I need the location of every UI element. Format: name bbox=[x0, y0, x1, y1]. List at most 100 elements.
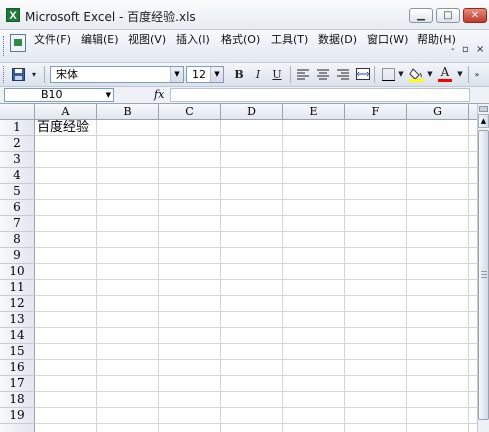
row-header-2[interactable]: 2 bbox=[0, 136, 35, 152]
menu-edit[interactable]: 编辑(E) bbox=[81, 31, 119, 47]
gridline-horizontal bbox=[35, 231, 477, 232]
row-header-partial[interactable] bbox=[0, 424, 35, 432]
font-color-letter: A bbox=[440, 65, 450, 79]
select-all-corner[interactable] bbox=[0, 104, 35, 120]
minimize-button[interactable]: ▁ bbox=[409, 8, 433, 23]
gridline-horizontal bbox=[35, 375, 477, 376]
cell-a1[interactable]: 百度经验 bbox=[37, 120, 89, 136]
doc-close-button[interactable]: × bbox=[476, 44, 484, 55]
gridline-horizontal bbox=[35, 183, 477, 184]
align-center-icon[interactable] bbox=[314, 66, 332, 83]
row-header-19[interactable]: 19 bbox=[0, 408, 35, 424]
column-header-e[interactable]: E bbox=[283, 104, 345, 120]
align-left-icon[interactable] bbox=[294, 66, 312, 83]
gridline-horizontal bbox=[35, 263, 477, 264]
doc-restore-button[interactable]: ▫ bbox=[462, 44, 469, 55]
menu-data[interactable]: 数据(D) bbox=[318, 31, 357, 47]
close-button[interactable]: ✕ bbox=[463, 8, 487, 23]
menu-window[interactable]: 窗口(W) bbox=[367, 31, 408, 47]
gridline-horizontal bbox=[35, 167, 477, 168]
row-header-5[interactable]: 5 bbox=[0, 184, 35, 200]
toolbar-grip-handle[interactable] bbox=[3, 66, 7, 83]
gridline-horizontal bbox=[35, 151, 477, 152]
worksheet-grid[interactable]: A B C D E F G 1 2 3 4 5 6 7 8 9 10 11 12… bbox=[0, 104, 477, 432]
column-header-partial[interactable] bbox=[469, 104, 477, 120]
font-color-icon[interactable]: A bbox=[436, 66, 454, 83]
fx-icon[interactable]: fx bbox=[154, 88, 164, 101]
save-icon[interactable] bbox=[9, 66, 27, 83]
row-header-3[interactable]: 3 bbox=[0, 152, 35, 168]
font-name-dropdown-icon[interactable]: ▼ bbox=[170, 67, 183, 82]
gridline-horizontal bbox=[35, 359, 477, 360]
row-header-16[interactable]: 16 bbox=[0, 360, 35, 376]
row-header-13[interactable]: 13 bbox=[0, 312, 35, 328]
merge-center-icon[interactable] bbox=[354, 66, 372, 83]
font-name-select[interactable]: 宋体 ▼ bbox=[50, 66, 184, 83]
column-header-g[interactable]: G bbox=[407, 104, 469, 120]
row-header-17[interactable]: 17 bbox=[0, 376, 35, 392]
row-header-12[interactable]: 12 bbox=[0, 296, 35, 312]
row-header-18[interactable]: 18 bbox=[0, 392, 35, 408]
scrollbar-thumb[interactable] bbox=[478, 130, 489, 420]
window-title: Microsoft Excel - 百度经验.xls bbox=[25, 10, 196, 24]
italic-button[interactable]: I bbox=[249, 66, 267, 83]
column-header-c[interactable]: C bbox=[159, 104, 221, 120]
title-bar: X Microsoft Excel - 百度经验.xls ▁ □ ✕ bbox=[0, 0, 489, 30]
gridline-horizontal bbox=[35, 295, 477, 296]
name-box[interactable]: B10 ▼ bbox=[4, 88, 114, 102]
gridline-horizontal bbox=[35, 215, 477, 216]
doc-minimize-button[interactable]: - bbox=[451, 44, 455, 55]
column-header-f[interactable]: F bbox=[345, 104, 407, 120]
gridline-horizontal bbox=[35, 407, 477, 408]
underline-button[interactable]: U bbox=[268, 66, 286, 83]
thumb-grip-line bbox=[481, 277, 487, 278]
gridline-horizontal bbox=[35, 327, 477, 328]
gridline-horizontal bbox=[35, 343, 477, 344]
row-header-8[interactable]: 8 bbox=[0, 232, 35, 248]
gridline-horizontal bbox=[35, 279, 477, 280]
row-header-15[interactable]: 15 bbox=[0, 344, 35, 360]
gridline-horizontal bbox=[35, 247, 477, 248]
row-header-9[interactable]: 9 bbox=[0, 248, 35, 264]
menu-view[interactable]: 视图(V) bbox=[128, 31, 166, 47]
borders-icon[interactable] bbox=[379, 66, 397, 83]
align-right-icon[interactable] bbox=[334, 66, 352, 83]
font-size-dropdown-icon[interactable]: ▼ bbox=[210, 67, 223, 82]
row-header-11[interactable]: 11 bbox=[0, 280, 35, 296]
vertical-scrollbar[interactable]: ▲ bbox=[477, 104, 489, 432]
menu-file[interactable]: 文件(F) bbox=[34, 31, 71, 47]
borders-dropdown-icon[interactable]: ▼ bbox=[396, 66, 406, 83]
formula-input[interactable] bbox=[170, 88, 470, 102]
toolbar-options-icon[interactable]: ▾ bbox=[28, 66, 40, 83]
font-size-select[interactable]: 12 ▼ bbox=[186, 66, 224, 83]
restore-button[interactable]: □ bbox=[436, 8, 460, 23]
menu-bar: 文件(F) 编辑(E) 视图(V) 插入(I) 格式(O) 工具(T) 数据(D… bbox=[0, 30, 489, 63]
toolbar-separator bbox=[468, 66, 469, 83]
font-name-value: 宋体 bbox=[56, 68, 78, 81]
font-color-dropdown-icon[interactable]: ▼ bbox=[455, 66, 465, 83]
menu-grip-handle[interactable] bbox=[3, 36, 7, 56]
menu-tools[interactable]: 工具(T) bbox=[271, 31, 308, 47]
name-box-dropdown-icon[interactable]: ▼ bbox=[106, 89, 111, 101]
menu-format[interactable]: 格式(O) bbox=[221, 31, 260, 47]
column-header-d[interactable]: D bbox=[221, 104, 283, 120]
row-header-1[interactable]: 1 bbox=[0, 120, 35, 136]
scroll-up-icon[interactable]: ▲ bbox=[478, 114, 489, 128]
thumb-grip-line bbox=[481, 271, 487, 272]
fill-color-icon[interactable] bbox=[407, 66, 425, 83]
row-header-10[interactable]: 10 bbox=[0, 264, 35, 280]
row-header-14[interactable]: 14 bbox=[0, 328, 35, 344]
split-box-handle[interactable] bbox=[479, 106, 488, 112]
row-header-7[interactable]: 7 bbox=[0, 216, 35, 232]
row-header-6[interactable]: 6 bbox=[0, 200, 35, 216]
document-icon[interactable] bbox=[10, 34, 26, 52]
column-header-a[interactable]: A bbox=[35, 104, 97, 120]
toolbar-separator bbox=[290, 66, 291, 83]
menu-insert[interactable]: 插入(I) bbox=[176, 31, 210, 47]
row-header-4[interactable]: 4 bbox=[0, 168, 35, 184]
gridline-horizontal bbox=[35, 311, 477, 312]
column-header-b[interactable]: B bbox=[97, 104, 159, 120]
toolbar-overflow-icon[interactable]: » bbox=[471, 66, 483, 83]
bold-button[interactable]: B bbox=[230, 66, 248, 83]
fill-color-dropdown-icon[interactable]: ▼ bbox=[425, 66, 435, 83]
